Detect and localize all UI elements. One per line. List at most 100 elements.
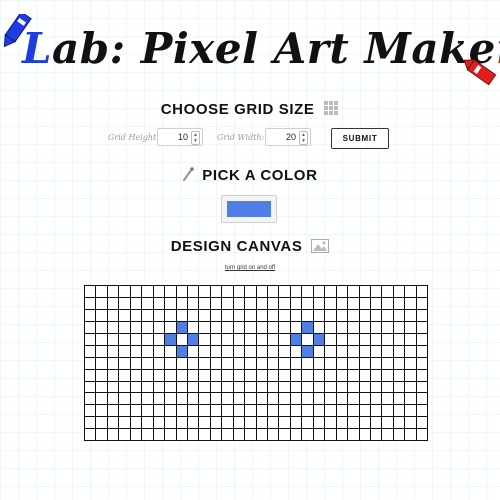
canvas-cell[interactable] — [175, 428, 188, 442]
canvas-cell[interactable] — [152, 368, 166, 382]
canvas-cell[interactable] — [164, 368, 177, 382]
canvas-cell[interactable] — [255, 308, 269, 322]
canvas-cell[interactable] — [358, 320, 371, 334]
canvas-cell[interactable] — [335, 308, 349, 322]
grid-width-input[interactable]: 20 ▲ ▼ — [265, 128, 311, 146]
canvas-cell[interactable] — [209, 308, 223, 322]
canvas-cell[interactable] — [289, 416, 303, 430]
canvas-cell[interactable] — [335, 392, 349, 406]
pixel-canvas[interactable] — [83, 285, 429, 442]
canvas-cell[interactable] — [278, 320, 291, 334]
canvas-cell[interactable] — [152, 320, 166, 334]
canvas-cell[interactable] — [404, 332, 417, 346]
canvas-cell[interactable] — [232, 344, 246, 358]
canvas-cell[interactable] — [186, 368, 200, 382]
canvas-cell[interactable] — [301, 296, 314, 310]
canvas-cell[interactable] — [381, 368, 394, 382]
canvas-cell[interactable] — [255, 368, 269, 382]
canvas-cell[interactable] — [152, 356, 166, 370]
canvas-cell[interactable] — [209, 392, 223, 406]
canvas-cell[interactable] — [83, 308, 97, 322]
canvas-cell[interactable] — [83, 428, 97, 442]
canvas-cell[interactable] — [232, 356, 246, 370]
canvas-cell[interactable] — [381, 332, 394, 346]
canvas-cell[interactable] — [278, 392, 291, 406]
width-stepper-icon[interactable]: ▲ ▼ — [299, 131, 308, 145]
canvas-cell[interactable] — [141, 392, 154, 406]
canvas-cell[interactable] — [164, 285, 177, 298]
canvas-cell[interactable] — [301, 392, 314, 406]
canvas-cell[interactable] — [186, 392, 200, 406]
canvas-cell[interactable] — [106, 296, 120, 310]
canvas-cell[interactable] — [232, 380, 246, 394]
canvas-cell[interactable] — [392, 416, 406, 430]
canvas-cell[interactable] — [381, 380, 394, 394]
canvas-cell[interactable] — [141, 296, 154, 310]
canvas-cell[interactable] — [129, 320, 143, 334]
canvas-cell[interactable] — [118, 356, 131, 370]
canvas-cell[interactable] — [141, 320, 154, 334]
canvas-cell[interactable] — [152, 296, 166, 310]
canvas-cell[interactable] — [175, 392, 188, 406]
canvas-cell[interactable] — [266, 320, 280, 334]
canvas-cell[interactable] — [152, 380, 166, 394]
canvas-cell[interactable] — [266, 392, 280, 406]
canvas-cell[interactable] — [312, 320, 326, 334]
canvas-cell[interactable] — [369, 416, 383, 430]
canvas-cell[interactable] — [221, 404, 234, 418]
canvas-cell[interactable] — [358, 416, 371, 430]
canvas-cell[interactable] — [415, 344, 429, 358]
canvas-cell[interactable] — [347, 344, 360, 358]
canvas-cell[interactable] — [118, 320, 131, 334]
canvas-cell[interactable] — [392, 285, 406, 298]
canvas-cell[interactable] — [312, 404, 326, 418]
canvas-cell[interactable] — [324, 356, 337, 370]
canvas-cell[interactable] — [324, 332, 337, 346]
grid-toggle-link[interactable]: turn grid on and off — [0, 265, 500, 271]
canvas-cell[interactable] — [255, 296, 269, 310]
canvas-cell[interactable] — [186, 404, 200, 418]
canvas-cell[interactable] — [266, 296, 280, 310]
canvas-cell[interactable] — [232, 368, 246, 382]
canvas-cell[interactable] — [118, 344, 131, 358]
canvas-cell[interactable] — [198, 356, 211, 370]
canvas-cell[interactable] — [83, 392, 97, 406]
canvas-cell[interactable] — [186, 296, 200, 310]
canvas-cell[interactable] — [369, 392, 383, 406]
canvas-cell[interactable] — [221, 296, 234, 310]
canvas-cell[interactable] — [358, 392, 371, 406]
canvas-cell[interactable] — [186, 344, 200, 358]
canvas-cell[interactable] — [129, 416, 143, 430]
submit-button[interactable]: SUBMIT — [331, 128, 389, 149]
canvas-cell[interactable] — [392, 380, 406, 394]
canvas-cell[interactable] — [278, 344, 291, 358]
canvas-cell[interactable] — [152, 308, 166, 322]
canvas-cell[interactable] — [358, 380, 371, 394]
canvas-cell[interactable] — [415, 380, 429, 394]
canvas-cell[interactable] — [221, 320, 234, 334]
canvas-cell[interactable] — [221, 332, 234, 346]
canvas-cell[interactable] — [289, 404, 303, 418]
canvas-cell[interactable] — [186, 285, 200, 298]
canvas-cell[interactable] — [95, 428, 108, 442]
canvas-cell[interactable] — [369, 320, 383, 334]
canvas-cell[interactable] — [141, 368, 154, 382]
canvas-cell[interactable] — [118, 404, 131, 418]
canvas-cell[interactable] — [209, 416, 223, 430]
canvas-cell[interactable] — [335, 368, 349, 382]
canvas-cell[interactable] — [232, 428, 246, 442]
canvas-cell[interactable] — [358, 285, 371, 298]
canvas-cell[interactable] — [186, 380, 200, 394]
canvas-cell[interactable] — [164, 320, 177, 334]
canvas-cell[interactable] — [404, 392, 417, 406]
canvas-cell[interactable] — [164, 296, 177, 310]
canvas-cell[interactable] — [95, 404, 108, 418]
canvas-cell[interactable] — [244, 380, 257, 394]
canvas-cell[interactable] — [95, 344, 108, 358]
canvas-cell[interactable] — [152, 428, 166, 442]
canvas-cell[interactable] — [152, 344, 166, 358]
canvas-cell[interactable] — [175, 404, 188, 418]
canvas-cell[interactable] — [198, 380, 211, 394]
canvas-cell[interactable] — [106, 320, 120, 334]
canvas-cell[interactable] — [278, 404, 291, 418]
